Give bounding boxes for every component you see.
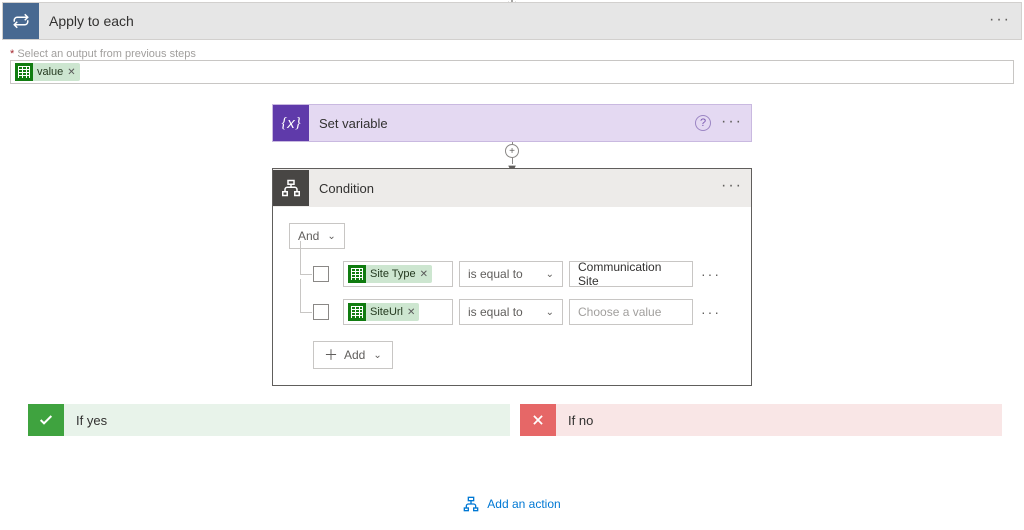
dynamic-token-sitetype[interactable]: Site Type ✕ <box>348 265 432 283</box>
select-output-label: * Select an output from previous steps <box>10 48 1014 60</box>
value-placeholder: Choose a value <box>578 305 661 319</box>
token-text: SiteUrl <box>370 306 403 318</box>
condition-row: SiteUrl ✕ is equal to ⌄ Choose a value ·… <box>289 299 735 325</box>
chevron-down-icon: ⌄ <box>373 350 381 361</box>
check-icon <box>28 404 64 436</box>
operator-text: is equal to <box>468 267 523 281</box>
condition-more-button[interactable]: ··· <box>721 177 743 195</box>
loop-icon <box>3 3 39 39</box>
add-condition-button[interactable]: ＋ Add ⌄ <box>313 341 393 369</box>
token-remove-button[interactable]: ✕ <box>67 67 75 78</box>
dynamic-token-value[interactable]: value ✕ <box>15 63 80 81</box>
apply-to-each-more-button[interactable]: ··· <box>989 11 1011 29</box>
chevron-down-icon: ⌄ <box>546 269 554 280</box>
condition-left-operand[interactable]: Site Type ✕ <box>343 261 453 287</box>
condition-value-input[interactable]: Communication Site <box>569 261 693 287</box>
condition-card: Condition ··· And ⌄ Site Type ✕ i <box>272 168 752 386</box>
condition-row: Site Type ✕ is equal to ⌄ Communication … <box>289 261 735 287</box>
row-checkbox[interactable] <box>313 266 329 282</box>
excel-icon <box>348 303 366 321</box>
if-no-branch[interactable]: If no <box>520 404 1002 436</box>
row-more-button[interactable]: ··· <box>701 304 721 320</box>
row-more-button[interactable]: ··· <box>701 266 721 282</box>
tree-connector-icon <box>289 261 313 287</box>
help-icon[interactable]: ? <box>695 115 711 131</box>
chevron-down-icon: ⌄ <box>327 231 335 242</box>
condition-icon <box>273 170 309 206</box>
select-output-section: * Select an output from previous steps v… <box>10 48 1014 84</box>
token-text: value <box>37 66 63 78</box>
token-text: Site Type <box>370 268 416 280</box>
group-operator-dropdown[interactable]: And ⌄ <box>289 223 345 249</box>
select-output-input[interactable]: value ✕ <box>10 60 1014 84</box>
if-no-label: If no <box>556 413 593 428</box>
condition-operator-dropdown[interactable]: is equal to ⌄ <box>459 261 563 287</box>
connector: + ▼ <box>272 142 752 168</box>
if-yes-branch[interactable]: If yes <box>28 404 510 436</box>
add-action-icon <box>463 496 479 512</box>
apply-to-each-header[interactable]: Apply to each ··· <box>2 2 1022 40</box>
chevron-down-icon: ⌄ <box>546 307 554 318</box>
condition-title: Condition <box>309 181 374 196</box>
plus-icon: ＋ <box>324 345 338 365</box>
apply-to-each-title: Apply to each <box>39 13 134 29</box>
excel-icon <box>15 63 33 81</box>
group-operator-text: And <box>298 229 319 243</box>
condition-operator-dropdown[interactable]: is equal to ⌄ <box>459 299 563 325</box>
operator-text: is equal to <box>468 305 523 319</box>
if-yes-label: If yes <box>64 413 107 428</box>
variable-icon: {x} <box>273 105 309 141</box>
row-checkbox[interactable] <box>313 304 329 320</box>
excel-icon <box>348 265 366 283</box>
tree-connector-icon <box>289 299 313 325</box>
dynamic-token-siteurl[interactable]: SiteUrl ✕ <box>348 303 419 321</box>
condition-header[interactable]: Condition ··· <box>273 169 751 207</box>
condition-left-operand[interactable]: SiteUrl ✕ <box>343 299 453 325</box>
value-text: Communication Site <box>578 260 684 288</box>
add-action-button[interactable]: Add an action <box>0 496 1024 512</box>
add-action-label: Add an action <box>487 497 560 511</box>
condition-value-input[interactable]: Choose a value <box>569 299 693 325</box>
set-variable-more-button[interactable]: ··· <box>721 113 743 131</box>
token-remove-button[interactable]: ✕ <box>407 307 415 318</box>
select-output-label-text: Select an output from previous steps <box>17 48 196 60</box>
set-variable-title: Set variable <box>309 116 388 131</box>
close-icon <box>520 404 556 436</box>
condition-body: And ⌄ Site Type ✕ is equal to ⌄ <box>273 207 751 385</box>
insert-step-button[interactable]: + <box>505 144 519 158</box>
set-variable-card[interactable]: {x} Set variable ? ··· <box>272 104 752 142</box>
condition-branches: If yes If no <box>28 404 1002 436</box>
add-button-label: Add <box>344 348 365 362</box>
token-remove-button[interactable]: ✕ <box>420 269 428 280</box>
